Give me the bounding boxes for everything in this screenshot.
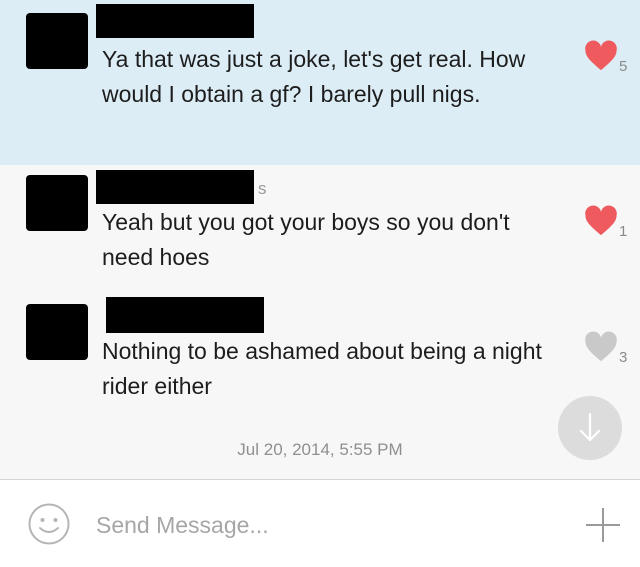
- like-button[interactable]: 3: [584, 331, 634, 371]
- message-text: Ya that was just a joke, let's get real.…: [102, 46, 526, 107]
- plus-icon: [586, 508, 620, 542]
- message-input[interactable]: [96, 508, 536, 542]
- redacted-username: [96, 170, 254, 204]
- smiley-icon: [28, 503, 70, 545]
- avatar[interactable]: [26, 304, 88, 360]
- avatar[interactable]: [26, 13, 88, 69]
- message-row[interactable]: Ya that was just a joke, let's get real.…: [0, 0, 640, 165]
- like-count: 5: [619, 58, 628, 75]
- heart-icon: [585, 40, 617, 71]
- redacted-username: [96, 4, 254, 38]
- avatar[interactable]: [26, 175, 88, 231]
- username-suffix: s: [258, 179, 267, 198]
- like-count: 1: [619, 223, 628, 240]
- like-count: 3: [619, 349, 628, 366]
- message-composer: [0, 479, 640, 567]
- add-attachment-button[interactable]: [584, 506, 622, 544]
- message-text: Nothing to be ashamed about being a nigh…: [102, 338, 542, 399]
- message-text: Yeah but you got your boys so you don't …: [102, 209, 510, 270]
- message-row[interactable]: s Yeah but you got your boys so you don'…: [0, 165, 640, 288]
- heart-icon: [585, 331, 617, 362]
- message-timestamp: Jul 20, 2014, 5:55 PM: [237, 440, 403, 459]
- redacted-username: [106, 297, 264, 333]
- chat-app: Ya that was just a joke, let's get real.…: [0, 0, 640, 567]
- emoji-button[interactable]: [27, 502, 71, 546]
- message-row[interactable]: Nothing to be ashamed about being a nigh…: [0, 288, 640, 408]
- like-button[interactable]: 1: [584, 205, 634, 245]
- heart-icon: [585, 205, 617, 236]
- like-button[interactable]: 5: [584, 40, 634, 80]
